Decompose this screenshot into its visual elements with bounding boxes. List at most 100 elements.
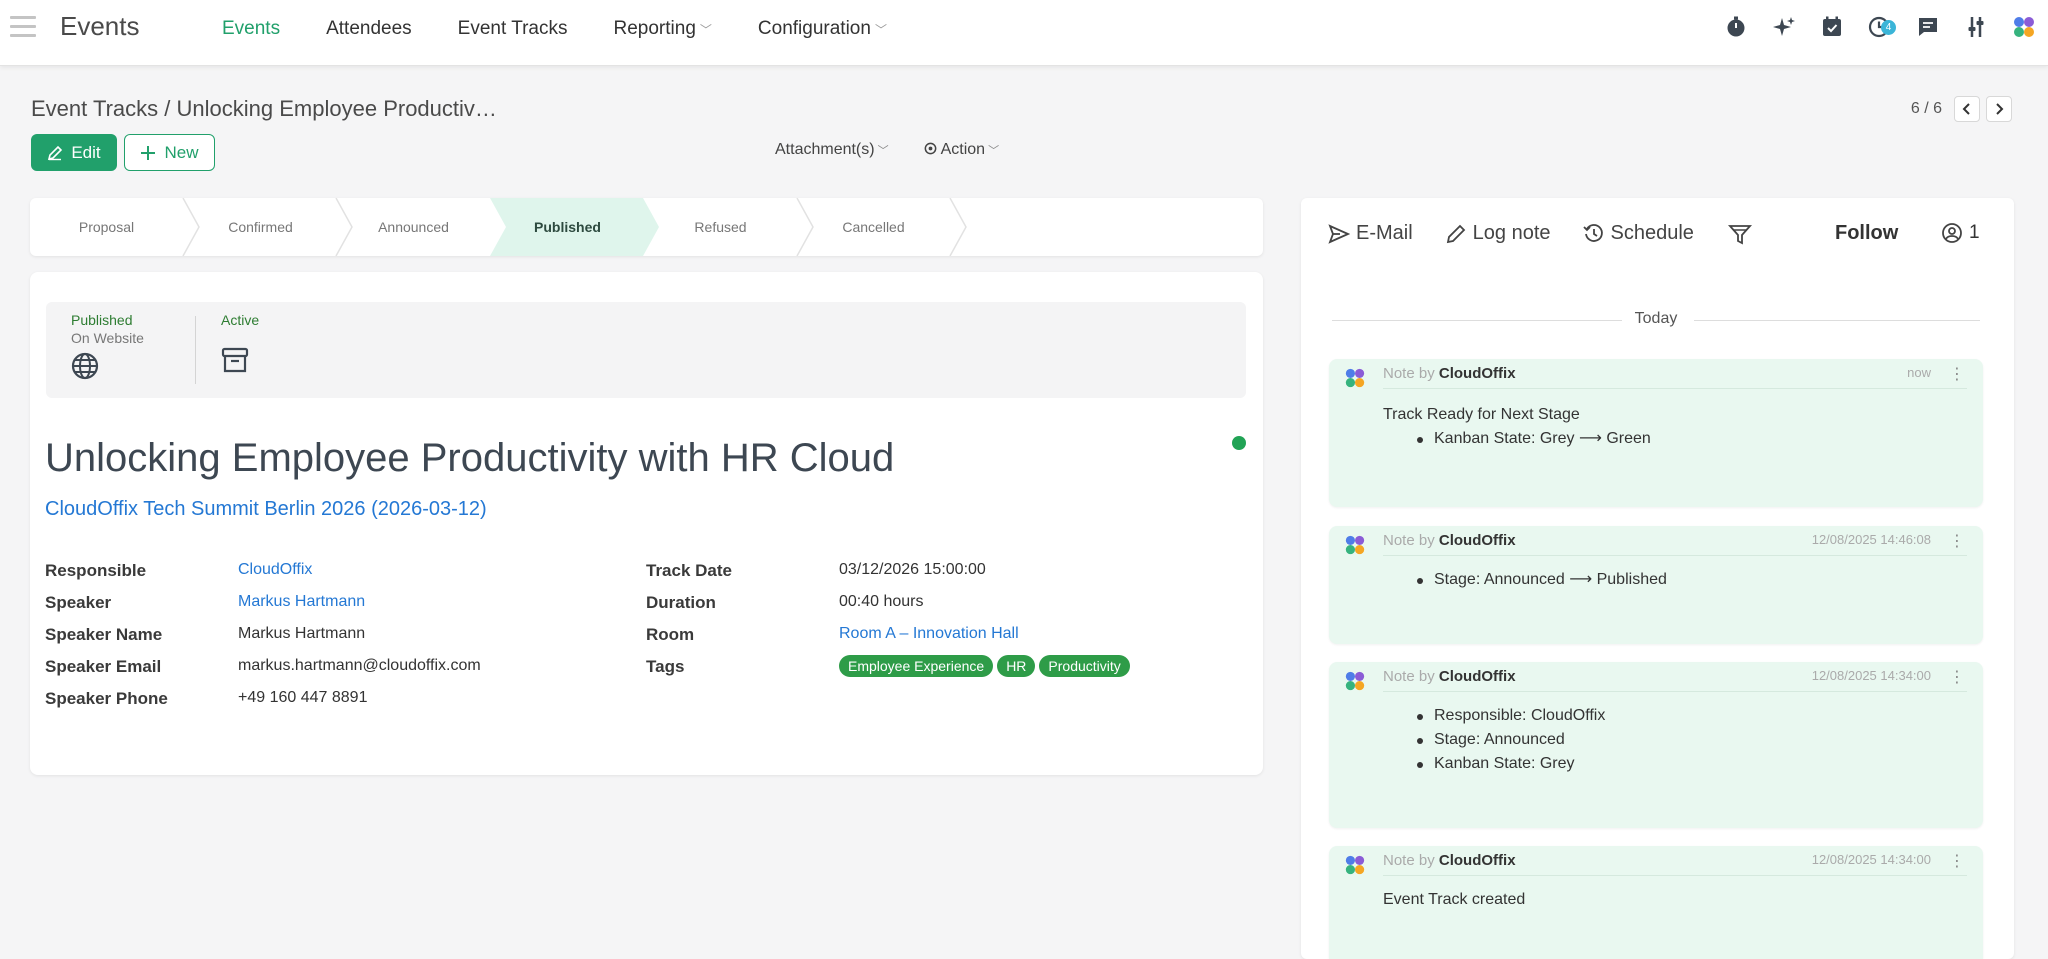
menu-item-attendees[interactable]: Attendees [326, 18, 412, 40]
avatar [1345, 368, 1365, 388]
more-options-icon[interactable]: ⋮ [1949, 531, 1965, 551]
form-sheet: Published On Website Active Unlocking Em… [30, 272, 1263, 775]
action-dropdown[interactable]: Action ﹀ [923, 141, 999, 159]
tag-badge[interactable]: Productivity [1039, 655, 1130, 677]
speaker-phone-value[interactable]: +49 160 447 8891 [238, 689, 367, 707]
pencil-icon [1446, 224, 1465, 243]
edit-button[interactable]: Edit [31, 134, 117, 171]
chevron-left-icon [1962, 103, 1970, 115]
record-pager: 6 / 6 [1911, 96, 2012, 122]
event-link[interactable]: CloudOffix Tech Summit Berlin 2026 (2026… [45, 498, 487, 521]
follow-button[interactable]: Follow [1835, 222, 1898, 245]
speaker-email-label: Speaker Email [45, 657, 162, 676]
tracking-value: Responsible: CloudOffix [1417, 704, 1605, 728]
stage-proposal[interactable]: Proposal [30, 198, 183, 256]
message-date: 12/08/2025 14:34:00 [1811, 668, 1931, 683]
apps-icon[interactable] [2000, 12, 2048, 42]
responsible-label: Responsible [45, 561, 147, 580]
chevron-down-icon: ﹀ [874, 23, 887, 37]
tracking-value: Kanban State: Grey ⟶ Green [1417, 427, 1651, 451]
tag-badge[interactable]: Employee Experience [839, 655, 994, 677]
tracking-value: Stage: Announced [1417, 728, 1605, 752]
breadcrumb-parent-link[interactable]: Event Tracks [31, 96, 158, 121]
message-author[interactable]: CloudOffix [1439, 852, 1516, 869]
speaker-phone-label: Speaker Phone [45, 689, 168, 708]
room-label: Room [646, 625, 695, 644]
attachments-dropdown[interactable]: Attachment(s) ﹀ [775, 141, 889, 159]
duration-value[interactable]: 00:40 hours [839, 593, 924, 611]
send-email-button[interactable]: E-Mail [1328, 222, 1413, 245]
tags-field[interactable]: Employee Experience HR Productivity [839, 655, 1130, 677]
message-date: 12/08/2025 14:46:08 [1811, 532, 1931, 547]
stage-announced[interactable]: Announced [337, 198, 490, 256]
new-button[interactable]: New [124, 134, 215, 171]
activity-clock-icon[interactable]: 4 [1856, 12, 1904, 42]
stage-published[interactable]: Published [491, 198, 644, 256]
menu-item-configuration[interactable]: Configuration ﹀ [758, 18, 887, 40]
website-published-button[interactable]: Published On Website [71, 312, 144, 383]
message-author[interactable]: CloudOffix [1439, 532, 1516, 549]
chevron-down-icon: ﹀ [877, 145, 889, 157]
more-options-icon[interactable]: ⋮ [1949, 364, 1965, 384]
menu-item-events[interactable]: Events [222, 18, 280, 40]
plus-icon [141, 145, 156, 160]
avatar [1345, 855, 1365, 875]
settings-sliders-icon[interactable] [1952, 12, 2000, 42]
message-date: 12/08/2025 14:34:00 [1811, 852, 1931, 867]
menu-icon[interactable] [10, 16, 36, 38]
stage-cancelled[interactable]: Cancelled [797, 198, 950, 256]
chatter-message: Note by CloudOffix now ⋮ Track Ready for… [1329, 359, 1983, 507]
track-date-value[interactable]: 03/12/2026 15:00:00 [839, 561, 986, 579]
chatter-topbar: E-Mail Log note Schedule [1328, 222, 1752, 245]
avatar [1345, 671, 1365, 691]
active-toggle-button[interactable]: Active [221, 312, 259, 377]
menu-item-reporting[interactable]: Reporting ﹀ [614, 18, 712, 40]
breadcrumb-separator: / [164, 96, 171, 121]
gear-icon [924, 142, 936, 155]
chevron-down-icon: ﹀ [988, 145, 1000, 157]
speaker-label: Speaker [45, 593, 112, 612]
stopwatch-icon[interactable] [1712, 12, 1760, 42]
pager-next-button[interactable] [1986, 96, 2012, 122]
speaker-name-value[interactable]: Markus Hartmann [238, 625, 365, 643]
chatter-message: Note by CloudOffix 12/08/2025 14:46:08 ⋮… [1329, 526, 1983, 644]
chevron-down-icon: ﹀ [699, 23, 712, 37]
breadcrumb-current: Unlocking Employee Productiv… [176, 96, 497, 121]
more-options-icon[interactable]: ⋮ [1949, 851, 1965, 871]
smart-button-box: Published On Website Active [46, 302, 1246, 398]
archive-icon [221, 347, 249, 373]
speaker-name-label: Speaker Name [45, 625, 163, 644]
log-note-button[interactable]: Log note [1445, 222, 1551, 245]
followers-button[interactable]: 1 [1941, 222, 1980, 244]
message-body: Stage: Announced ⟶ Published [1383, 568, 1667, 592]
chatter-message: Note by CloudOffix 12/08/2025 14:34:00 ⋮… [1329, 662, 1983, 828]
calendar-check-icon[interactable] [1808, 12, 1856, 42]
sparkle-icon[interactable] [1760, 12, 1808, 42]
app-title[interactable]: Events [60, 11, 140, 42]
pencil-icon [48, 145, 63, 160]
menu-item-event-tracks[interactable]: Event Tracks [458, 18, 568, 40]
stage-statusbar: Proposal Confirmed Announced Published R… [30, 198, 1263, 256]
track-title[interactable]: Unlocking Employee Productivity with HR … [45, 436, 894, 481]
pager-previous-button[interactable] [1954, 96, 1980, 122]
filter-icon [1727, 224, 1752, 244]
stage-confirmed[interactable]: Confirmed [184, 198, 337, 256]
filter-button[interactable] [1727, 223, 1752, 245]
chatter-message: Note by CloudOffix 12/08/2025 14:34:00 ⋮… [1329, 846, 1983, 959]
stage-refused[interactable]: Refused [644, 198, 797, 256]
message-author[interactable]: CloudOffix [1439, 668, 1516, 685]
more-options-icon[interactable]: ⋮ [1949, 667, 1965, 687]
room-value[interactable]: Room A – Innovation Hall [839, 625, 1019, 643]
message-author[interactable]: CloudOffix [1439, 365, 1516, 382]
schedule-activity-button[interactable]: Schedule [1582, 222, 1694, 245]
top-navbar: Events Events Attendees Event Tracks Rep… [0, 0, 2048, 66]
user-circle-icon [1942, 223, 1962, 243]
pager-value[interactable]: 6 / 6 [1911, 100, 1942, 118]
tag-badge[interactable]: HR [997, 655, 1036, 677]
chat-icon[interactable] [1904, 12, 1952, 42]
speaker-email-value[interactable]: markus.hartmann@cloudoffix.com [238, 657, 481, 675]
speaker-value[interactable]: Markus Hartmann [238, 593, 365, 611]
kanban-state-indicator[interactable] [1232, 436, 1246, 450]
responsible-value[interactable]: CloudOffix [238, 561, 312, 579]
duration-label: Duration [646, 593, 716, 612]
